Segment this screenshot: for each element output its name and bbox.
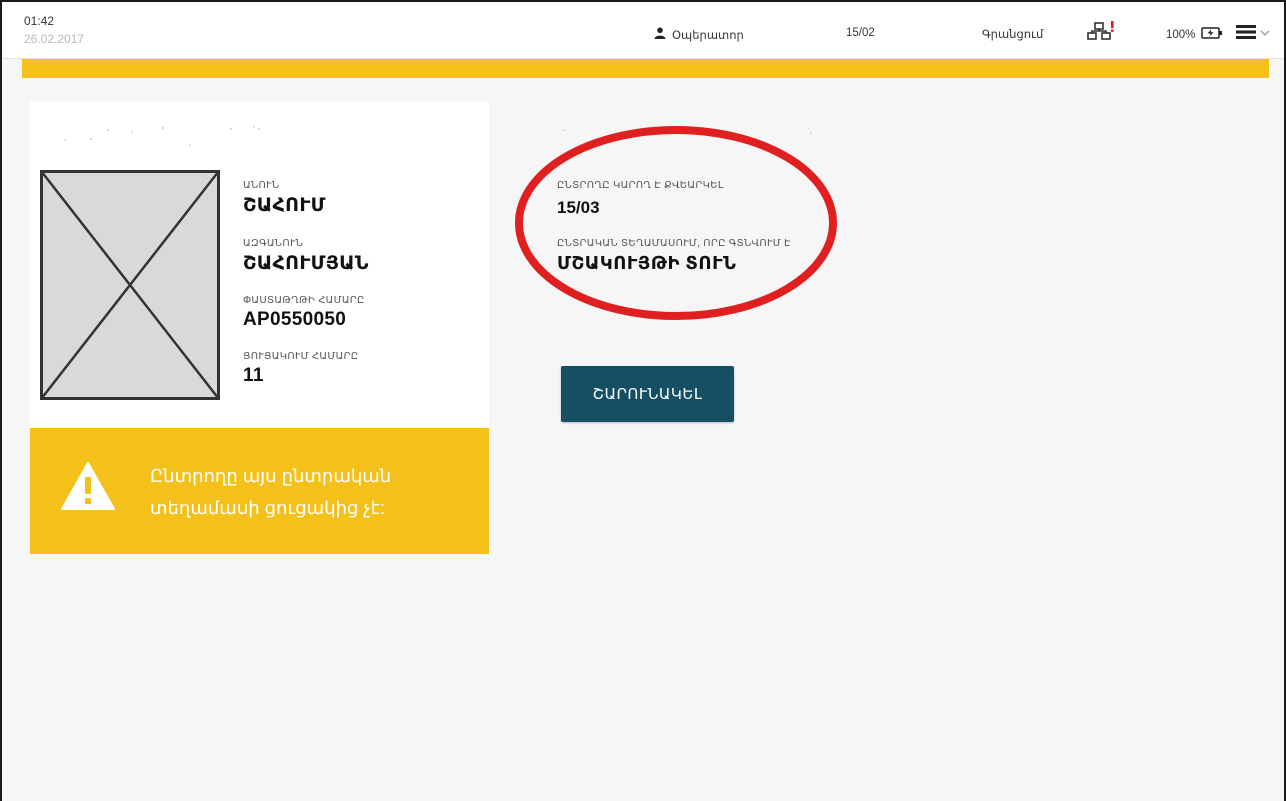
main-menu-button[interactable] [1236,24,1270,43]
last-name-value: ՇԱՀՈՒՄՅԱՆ [243,253,369,274]
user-menu[interactable]: Օպերատոր [654,27,744,42]
battery-icon [1201,27,1223,42]
first-name-field: ԱՆՈՒՆ ՇԱՀՈՒՄ [243,180,326,217]
user-icon [654,27,666,42]
user-label: Օպերատոր [672,29,744,42]
menu-icon [1236,24,1256,43]
first-name-label: ԱՆՈՒՆ [243,180,280,191]
first-name-value: ՇԱՀՈՒՄ [243,195,326,216]
warning-icon [60,460,116,517]
battery-level: 100% [1166,28,1196,41]
status-label: Գրանցում [982,29,1044,41]
photo-placeholder [40,170,220,400]
warning-line-1: Ընտրողը այս ընտրական [150,466,392,486]
header-accent-bar [22,59,1269,78]
clock-time: 01:42 [24,14,55,28]
network-status [1087,21,1115,44]
last-name-field: ԱԶԳԱՆՈՒՆ ՇԱՀՈՒՄՅԱՆ [243,238,369,275]
battery-status: 100% [1166,27,1223,42]
warning-message: Ընտրողը այս ընտրական տեղամասի ցուցակից չ… [150,460,450,524]
warning-banner: Ընտրողը այս ընտրական տեղամասի ցուցակից չ… [30,428,489,554]
chevron-down-icon [1260,28,1270,40]
blurred-text-dots [64,126,260,146]
document-number-field: ՓԱՍՏԱԹՂԹԻ ՀԱՄԱՐԸ AP0550050 [243,295,365,331]
list-number-value: 11 [243,365,264,386]
warning-line-2: տեղամասի ցուցակից չէ: [150,498,385,518]
page-indicator: 15/02 [846,27,875,39]
network-icon [1087,21,1115,44]
document-number-value: AP0550050 [243,309,347,330]
top-bar: 01:42 26.02.2017 Օպերատոր 15/02 Գրանցում… [2,2,1284,59]
confirm-button[interactable]: ՇԱՐՈՒՆԱԿԵԼ [561,366,734,422]
document-number-label: ՓԱՍՏԱԹՂԹԻ ՀԱՄԱՐԸ [243,295,365,306]
list-number-field: ՑՈՒՑԱԿՈՒՄ ՀԱՄԱՐԸ 11 [243,351,358,387]
clock-date: 26.02.2017 [24,32,85,46]
list-number-label: ՑՈՒՑԱԿՈՒՄ ՀԱՄԱՐԸ [243,351,359,362]
last-name-label: ԱԶԳԱՆՈՒՆ [243,238,304,249]
highlight-ellipse [515,126,837,320]
